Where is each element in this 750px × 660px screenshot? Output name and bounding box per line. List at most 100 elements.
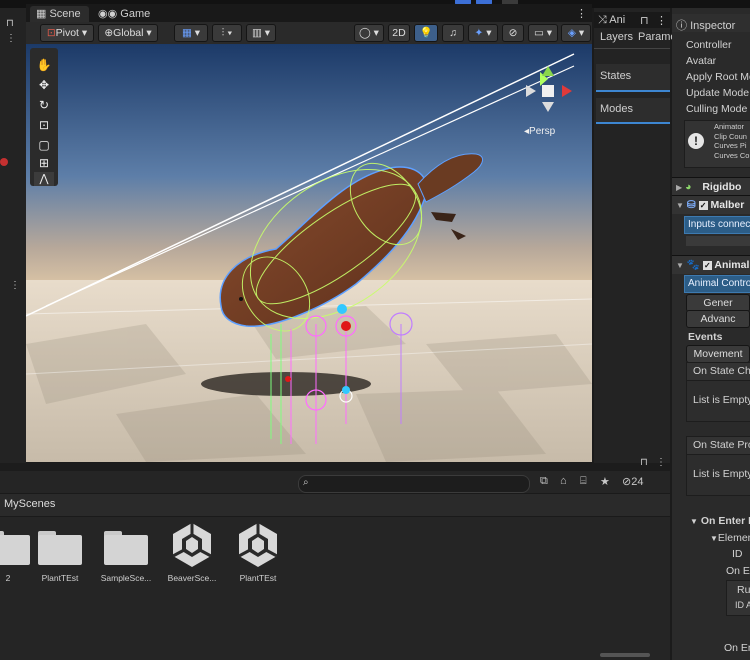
foldout-arrow-icon: ▶ bbox=[676, 183, 683, 192]
avatar-label: Avatar bbox=[686, 55, 717, 67]
advanced-tab-button[interactable]: Advanc bbox=[686, 310, 750, 328]
animal-component-header[interactable]: ▼ 🐾 ✓ Animal bbox=[672, 255, 750, 274]
lock-icon[interactable]: ⊓ bbox=[640, 457, 648, 468]
lock-icon[interactable]: ⊓ bbox=[640, 14, 649, 27]
animator-panel: ⤨ Ani ⊓ ⋮ Layers Parame States Modes bbox=[594, 8, 677, 463]
scale-tool-icon[interactable]: ⊡ bbox=[34, 118, 54, 136]
modes-section[interactable]: Modes bbox=[596, 98, 670, 124]
asset-scene-planttest[interactable]: PlantTEst bbox=[228, 521, 288, 583]
gamepad-icon: ◉◉ bbox=[98, 8, 118, 20]
scene-viewport[interactable]: ◂Persp ✋ ✥ ↻ ⊡ ▢ ⊞ ⋀ bbox=[26, 44, 592, 462]
animal-controller-box[interactable]: Animal Contro bbox=[684, 275, 750, 293]
animator-info-box: ! Animator Clip Coun Curves Pi Curves Co bbox=[684, 120, 750, 168]
camera-dropdown[interactable]: ▭ ▾ bbox=[528, 24, 558, 42]
asset-scene-beaverscene[interactable]: BeaverSce... bbox=[162, 521, 222, 583]
toggle-2d-button[interactable]: 2D bbox=[388, 24, 410, 42]
on-enter-exit-foldout[interactable]: ▼ On Enter Ex bbox=[690, 515, 750, 527]
runtime-box: Ru ID A bbox=[726, 580, 750, 616]
lighting-toggle[interactable]: 💡 bbox=[414, 24, 438, 42]
info-icon: ⓘ bbox=[676, 20, 687, 32]
breadcrumb-myscenes[interactable]: MyScenes bbox=[4, 498, 55, 510]
global-dropdown[interactable]: ⊕Global ▾ bbox=[98, 24, 158, 42]
animator-tabstrip: ⤨ Ani ⊓ ⋮ bbox=[594, 12, 670, 28]
tab-parameters[interactable]: Parame bbox=[638, 31, 677, 43]
pivot-dropdown[interactable]: ⊡Pivot ▾ bbox=[40, 24, 94, 42]
foldout-arrow-icon: ▼ bbox=[710, 534, 718, 543]
scene-menu-icon[interactable]: ⋮ bbox=[576, 7, 587, 20]
foldout-arrow-icon: ▼ bbox=[676, 261, 684, 270]
element-foldout[interactable]: ▼Elemen bbox=[710, 532, 750, 544]
inputs-field[interactable] bbox=[686, 236, 750, 246]
on-state-change-header: On State Cha bbox=[686, 362, 750, 382]
asset-folder-planttest[interactable]: PlantTEst bbox=[30, 531, 90, 583]
scene-render bbox=[26, 44, 592, 462]
grid-icon: ▦ bbox=[36, 8, 47, 20]
movement-tab-button[interactable]: Movement bbox=[686, 345, 750, 363]
lock-icon[interactable]: ⊓ bbox=[6, 18, 14, 29]
on-enter-label: On Ent bbox=[726, 565, 750, 577]
animator-icon: ⤨ bbox=[598, 14, 607, 26]
favorite-icon[interactable]: ★ bbox=[600, 475, 610, 488]
folder-icon bbox=[104, 531, 148, 565]
scene-toolbar: ⊡Pivot ▾ ⊕Global ▾ ▦ ▾ ⫶ ▾ ▥ ▾ ◯ ▾ 2D 💡 … bbox=[26, 22, 592, 44]
paw-icon: 🐾 bbox=[686, 259, 700, 271]
hand-tool-icon[interactable]: ✋ bbox=[34, 58, 54, 76]
asset-folder-samplescene[interactable]: SampleSce... bbox=[96, 531, 156, 583]
filter-by-label-icon[interactable]: ⌂ bbox=[560, 475, 567, 487]
unity-scene-icon bbox=[172, 523, 212, 567]
project-search-input[interactable]: ⌕ bbox=[298, 475, 530, 493]
icon-size-slider[interactable] bbox=[600, 653, 650, 657]
tab-scene[interactable]: ▦ Scene bbox=[30, 6, 89, 22]
breadcrumb: MyScenes bbox=[0, 493, 670, 517]
target-marker bbox=[337, 304, 347, 314]
malber-component-header[interactable]: ▼ ⛁ ✓ Malber bbox=[672, 195, 750, 214]
inputs-connect-box[interactable]: Inputs connec bbox=[684, 216, 750, 234]
shading-mode-button[interactable]: ◯ ▾ bbox=[354, 24, 384, 42]
menu-icon[interactable]: ⋮ bbox=[6, 33, 16, 44]
dots-icon[interactable]: ⋮ bbox=[10, 280, 20, 291]
custom-tool-icon[interactable]: ⋀ bbox=[34, 172, 54, 186]
persp-label[interactable]: ◂Persp bbox=[524, 126, 555, 137]
rigidbody-component-header[interactable]: ▶ ◕ Rigidbo bbox=[672, 177, 750, 196]
tools-overlay: ✋ ✥ ↻ ⊡ ▢ ⊞ ⋀ bbox=[30, 48, 58, 186]
scene-tabstrip: ▦ Scene ◉◉ Game ⋮ bbox=[26, 4, 592, 22]
inspector-tab[interactable]: ⓘ Inspector bbox=[672, 14, 750, 32]
effects-toggle[interactable]: ✦ ▾ bbox=[468, 24, 498, 42]
grid-snap-button[interactable]: ▦ ▾ bbox=[174, 24, 208, 42]
eye-icon: ⊘ bbox=[622, 476, 632, 488]
filter-by-type-icon[interactable]: ⧉ bbox=[540, 475, 548, 488]
on-state-profile-header: On State Prof bbox=[686, 436, 750, 456]
search-icon: ⌕ bbox=[303, 477, 309, 488]
culling-mode-label: Culling Mode bbox=[686, 103, 748, 115]
tab-game[interactable]: ◉◉ Game bbox=[98, 7, 150, 20]
tools-button[interactable]: ▥ ▾ bbox=[246, 24, 276, 42]
enable-checkbox[interactable]: ✓ bbox=[698, 201, 708, 210]
tab-animator[interactable]: ⤨ Ani bbox=[598, 14, 625, 27]
gizmos-dropdown[interactable]: ◈ ▾ bbox=[561, 24, 591, 42]
tab-layers[interactable]: Layers bbox=[600, 31, 633, 43]
rotate-tool-icon[interactable]: ↻ bbox=[34, 98, 54, 116]
on-state-change-list: List is Empty bbox=[686, 380, 750, 422]
update-mode-label: Update Mode bbox=[686, 87, 750, 99]
panel-menu-icon[interactable]: ⋮ bbox=[656, 14, 667, 27]
folder-icon bbox=[0, 531, 30, 565]
search-settings-icon[interactable]: ⌸ bbox=[580, 475, 587, 488]
script-icon: ⛁ bbox=[686, 199, 696, 211]
snap-increment-button[interactable]: ⫶ ▾ bbox=[212, 24, 242, 42]
rect-tool-icon[interactable]: ▢ bbox=[34, 138, 54, 156]
events-label: Events bbox=[688, 331, 723, 343]
move-tool-icon[interactable]: ✥ bbox=[34, 78, 54, 96]
visibility-count-indicator[interactable]: ⊘24 bbox=[622, 475, 643, 488]
info-circle-icon: ! bbox=[688, 133, 704, 149]
panel-menu-icon[interactable]: ⋮ bbox=[656, 457, 666, 468]
unity-scene-icon bbox=[238, 523, 278, 567]
globe-icon: ⊕ bbox=[104, 27, 114, 39]
project-panel: ⊓ ⋮ ⌕ ⧉ ⌂ ⌸ ★ ⊘24 MyScenes 2 PlantTEst S… bbox=[0, 457, 670, 660]
hidden-objects-toggle[interactable]: ⊘ bbox=[502, 24, 524, 42]
on-state-profile-list: List is Empty bbox=[686, 454, 750, 496]
audio-toggle[interactable]: ♫ bbox=[442, 24, 464, 42]
enable-checkbox[interactable]: ✓ bbox=[702, 261, 712, 270]
hierarchy-panel-edge: ⊓ ⋮ ⋮ bbox=[0, 8, 26, 463]
states-section[interactable]: States bbox=[596, 64, 670, 92]
rigidbody-icon: ◕ bbox=[685, 181, 692, 193]
